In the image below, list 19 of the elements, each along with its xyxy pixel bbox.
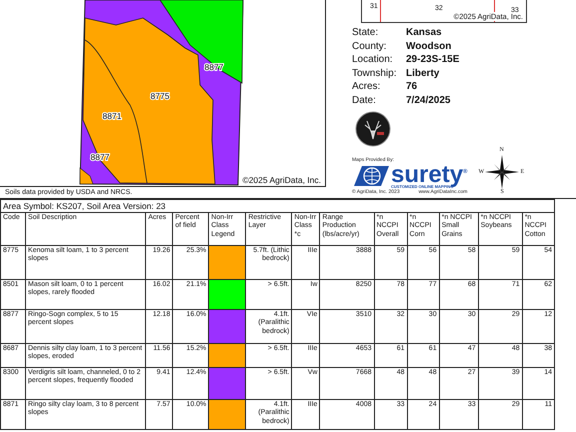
detail-label: State: xyxy=(352,26,380,40)
detail-label: County: xyxy=(352,40,388,53)
detail-label: Date: xyxy=(352,94,377,107)
compass-rose-icon xyxy=(485,155,520,189)
detail-label: Acres: xyxy=(352,80,382,94)
detail-value: 29-23S-15E xyxy=(406,53,460,66)
map-label: 8871 xyxy=(102,111,122,121)
detail-value: 7/24/2025 xyxy=(406,94,452,107)
detail-value: Woodson xyxy=(406,40,452,53)
detail-value: 76 xyxy=(406,80,418,94)
detail-label: Township: xyxy=(352,66,398,80)
detail-value: Liberty xyxy=(406,66,440,80)
table-title: Area Symbol: KS207, Soil Area Version: 23 xyxy=(0,200,554,212)
globe-logo-icon xyxy=(352,164,390,188)
detail-value: Kansas xyxy=(406,26,443,40)
map-copyright: ©2025 AgriData, Inc. xyxy=(242,175,321,185)
detail-label: Location: xyxy=(352,53,394,66)
map-label: 8775 xyxy=(150,91,170,101)
deer-logo-icon xyxy=(355,111,391,147)
